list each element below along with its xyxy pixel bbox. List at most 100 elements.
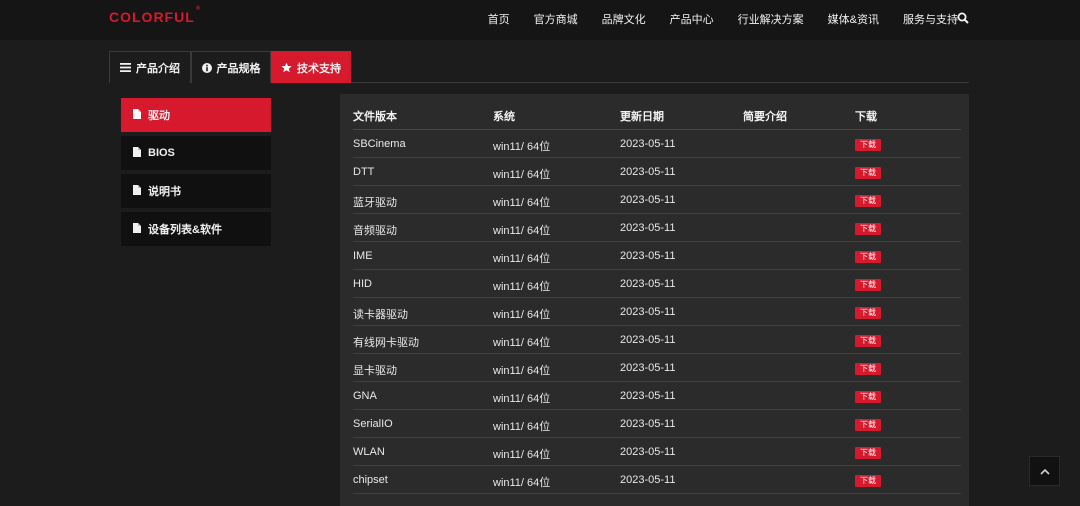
back-to-top-button[interactable] — [1029, 456, 1060, 486]
table-row: 有线网卡驱动 win11/ 64位 2023-05-11 下载 — [353, 326, 961, 354]
driver-table-panel: 文件版本 系统 更新日期 简要介绍 下载 SBCinema win11/ 64位 2… — [340, 94, 969, 506]
cell-update-date: 2023-05-11 — [620, 446, 676, 458]
table-row: GNA win11/ 64位 2023-05-11 下载 — [353, 382, 961, 410]
download-button[interactable]: 下载 — [855, 279, 881, 291]
cell-file-version: chipset — [353, 474, 388, 486]
sidebar-item-drivers[interactable]: 驱动 — [121, 98, 271, 132]
cell-system: win11/ 64位 — [493, 281, 551, 293]
table-row: HID win11/ 64位 2023-05-11 下载 — [353, 270, 961, 298]
cell-system: win11/ 64位 — [493, 169, 551, 181]
cell-system: win11/ 64位 — [493, 309, 551, 321]
download-button[interactable]: 下载 — [855, 223, 881, 235]
tab-tech-support[interactable]: 技术支持 — [271, 51, 351, 83]
logo-text: COLORFUL — [109, 9, 195, 25]
nav-item-brand[interactable]: 品牌文化 — [590, 11, 658, 27]
logo-registered-mark: ® — [195, 6, 202, 12]
table-row: 音频驱动 win11/ 64位 2023-05-11 下载 — [353, 214, 961, 242]
table-row: SBCinema win11/ 64位 2023-05-11 下载 — [353, 130, 961, 158]
cell-system: win11/ 64位 — [493, 393, 551, 405]
main-nav: 首页 官方商城 品牌文化 产品中心 行业解决方案 媒体&资讯 服务与支持 — [476, 11, 970, 27]
cell-file-version: 音频驱动 — [353, 225, 397, 237]
column-header-file-version: 文件版本 — [353, 111, 397, 123]
cell-system: win11/ 64位 — [493, 225, 551, 237]
nav-item-home[interactable]: 首页 — [476, 11, 522, 27]
table-row: chipset win11/ 64位 2023-05-11 下载 — [353, 466, 961, 494]
sidebar-item-label: BIOS — [148, 147, 175, 159]
nav-item-store[interactable]: 官方商城 — [522, 11, 590, 27]
star-icon — [281, 62, 292, 73]
document-icon — [133, 146, 141, 160]
tab-product-intro[interactable]: 产品介绍 — [109, 51, 191, 83]
tab-label: 产品规格 — [216, 62, 261, 75]
column-header-update-date: 更新日期 — [620, 111, 664, 123]
cell-file-version: SBCinema — [353, 138, 406, 150]
cell-update-date: 2023-05-11 — [620, 306, 676, 318]
sidebar-item-label: 设备列表&软件 — [148, 224, 222, 236]
bars-icon — [120, 63, 131, 72]
cell-update-date: 2023-05-11 — [620, 138, 676, 150]
download-button[interactable]: 下载 — [855, 475, 881, 487]
info-icon — [201, 62, 212, 73]
sidebar-item-label: 说明书 — [148, 186, 181, 198]
download-button[interactable]: 下载 — [855, 167, 881, 179]
cell-file-version: 读卡器驱动 — [353, 309, 408, 321]
column-header-system: 系统 — [493, 111, 515, 123]
cell-file-version: 有线网卡驱动 — [353, 337, 419, 349]
download-button[interactable]: 下载 — [855, 195, 881, 207]
sidebar-item-label: 驱动 — [148, 110, 170, 122]
cell-file-version: IME — [353, 250, 373, 262]
cell-update-date: 2023-05-11 — [620, 250, 676, 262]
cell-system: win11/ 64位 — [493, 477, 551, 489]
cell-update-date: 2023-05-11 — [620, 194, 676, 206]
cell-update-date: 2023-05-11 — [620, 222, 676, 234]
download-button[interactable]: 下载 — [855, 139, 881, 151]
top-navbar: COLORFUL® 首页 官方商城 品牌文化 产品中心 行业解决方案 媒体&资讯… — [0, 0, 1080, 40]
search-icon[interactable] — [957, 11, 971, 25]
cell-update-date: 2023-05-11 — [620, 278, 676, 290]
download-button[interactable]: 下载 — [855, 419, 881, 431]
document-icon — [133, 184, 141, 198]
table-row: IME win11/ 64位 2023-05-11 下载 — [353, 242, 961, 270]
cell-update-date: 2023-05-11 — [620, 390, 676, 402]
nav-item-products[interactable]: 产品中心 — [658, 11, 726, 27]
download-button[interactable]: 下载 — [855, 251, 881, 263]
nav-item-media[interactable]: 媒体&资讯 — [816, 11, 891, 27]
table-row: 读卡器驱动 win11/ 64位 2023-05-11 下载 — [353, 298, 961, 326]
cell-file-version: 显卡驱动 — [353, 365, 397, 377]
tab-label: 产品介绍 — [136, 62, 180, 75]
download-button[interactable]: 下载 — [855, 307, 881, 319]
cell-file-version: WLAN — [353, 446, 385, 458]
cell-update-date: 2023-05-11 — [620, 334, 676, 346]
cell-file-version: SerialIO — [353, 418, 393, 430]
column-header-description: 简要介绍 — [743, 111, 787, 123]
chevron-up-icon — [1039, 462, 1050, 480]
cell-update-date: 2023-05-11 — [620, 474, 676, 486]
download-button[interactable]: 下载 — [855, 363, 881, 375]
table-row: SerialIO win11/ 64位 2023-05-11 下载 — [353, 410, 961, 438]
table-row: 蓝牙驱动 win11/ 64位 2023-05-11 下载 — [353, 186, 961, 214]
document-icon — [133, 222, 141, 236]
cell-system: win11/ 64位 — [493, 365, 551, 377]
download-button[interactable]: 下载 — [855, 335, 881, 347]
download-button[interactable]: 下载 — [855, 447, 881, 459]
cell-system: win11/ 64位 — [493, 141, 551, 153]
table-row: 显卡驱动 win11/ 64位 2023-05-11 下载 — [353, 354, 961, 382]
sidebar-item-manual[interactable]: 说明书 — [121, 174, 271, 208]
table-header: 文件版本 系统 更新日期 简要介绍 下载 — [353, 94, 961, 130]
table-row: DTT win11/ 64位 2023-05-11 下载 — [353, 158, 961, 186]
sidebar-item-bios[interactable]: BIOS — [121, 136, 271, 170]
download-button[interactable]: 下载 — [855, 391, 881, 403]
cell-system: win11/ 64位 — [493, 197, 551, 209]
sidebar-item-device-list-software[interactable]: 设备列表&软件 — [121, 212, 271, 246]
cell-system: win11/ 64位 — [493, 449, 551, 461]
table-row: WLAN win11/ 64位 2023-05-11 下载 — [353, 438, 961, 466]
cell-system: win11/ 64位 — [493, 337, 551, 349]
colorful-logo[interactable]: COLORFUL® — [109, 6, 202, 25]
tab-label: 技术支持 — [297, 62, 341, 75]
column-header-download: 下载 — [855, 111, 877, 123]
document-icon — [133, 108, 141, 122]
cell-update-date: 2023-05-11 — [620, 166, 676, 178]
tab-product-specs[interactable]: 产品规格 — [191, 51, 271, 83]
cell-system: win11/ 64位 — [493, 421, 551, 433]
nav-item-solutions[interactable]: 行业解决方案 — [726, 11, 816, 27]
